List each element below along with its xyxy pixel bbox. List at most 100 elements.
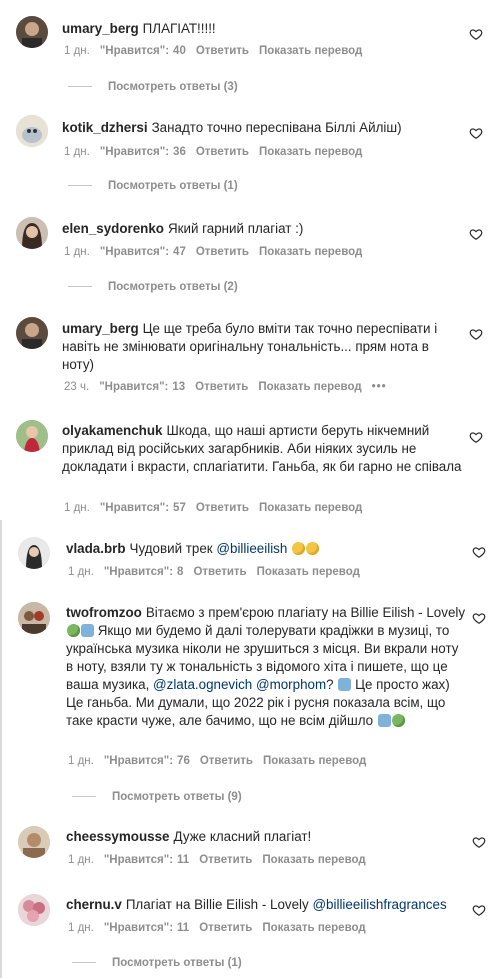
comment-username[interactable]: cheessymousse	[66, 829, 169, 844]
comment-time[interactable]: 1 дн.	[64, 246, 90, 258]
likes-count[interactable]: "Нравится": 11	[104, 854, 189, 866]
comment-meta: 1 дн. "Нравится": 76 Ответить Показать перев…	[68, 755, 376, 767]
reply-button[interactable]: Ответить	[199, 922, 252, 934]
comment-time[interactable]: 1 дн.	[68, 566, 94, 578]
reply-button[interactable]: Ответить	[200, 755, 253, 767]
likes-count[interactable]: "Нравится": 40	[100, 45, 186, 57]
comment-username[interactable]: chernu.v	[66, 897, 122, 912]
heart-icon[interactable]	[469, 327, 483, 341]
likes-count[interactable]: "Нравится": 36	[100, 146, 186, 158]
likes-count[interactable]: "Нравится": 8	[104, 566, 184, 578]
comment-username[interactable]: umary_berg	[62, 321, 139, 336]
comment-time[interactable]: 1 дн.	[68, 755, 94, 767]
likes-count[interactable]: "Нравится": 47	[100, 246, 186, 258]
comment-time[interactable]: 1 дн.	[68, 922, 94, 934]
comment-time[interactable]: 23 ч.	[64, 381, 89, 393]
translate-button[interactable]: Показать перевод	[263, 755, 366, 767]
comment-text: Занадто точно переспівана Біллі Айліш)	[151, 120, 402, 135]
mention-link[interactable]: @billieeilishfragrances	[312, 897, 446, 912]
nauseated-face-icon	[67, 624, 80, 637]
heart-icon[interactable]	[472, 611, 486, 625]
avatar[interactable]	[18, 894, 50, 926]
comment-time[interactable]: 1 дн.	[68, 854, 94, 866]
comment-meta: 1 дн. "Нравится": 8 Ответить Показать перево…	[68, 566, 370, 578]
more-options-icon[interactable]: •••	[372, 381, 387, 393]
comment-body: twofromzoo Вітаємо з прем'єрою плагіату н…	[66, 604, 466, 730]
heart-icon[interactable]	[472, 903, 486, 917]
view-replies-button[interactable]: Посмотреть ответы (1)	[68, 180, 238, 192]
comment-username[interactable]: twofromzoo	[66, 605, 142, 620]
comment-body: umary_berg Це ще треба було вміти так точ…	[62, 320, 462, 374]
heart-icon[interactable]	[472, 835, 486, 849]
comment-meta: 1 дн. "Нравится": 11 Ответить Показать перев…	[68, 922, 376, 934]
reply-button[interactable]: Ответить	[196, 45, 249, 57]
comment-text: Плагіат на Billie Eilish - Lovely	[125, 897, 309, 912]
comment-text: ПЛАГІАТ!!!!!	[142, 21, 216, 36]
translate-button[interactable]: Показать перевод	[259, 45, 362, 57]
likes-count[interactable]: "Нравится": 57	[100, 502, 186, 514]
reply-button[interactable]: Ответить	[195, 381, 248, 393]
comment-meta: 1 дн. "Нравится": 47 Ответить Показать перев…	[64, 246, 372, 258]
left-divider	[0, 520, 2, 978]
translate-button[interactable]: Показать перевод	[257, 566, 360, 578]
translate-button[interactable]: Показать перевод	[262, 922, 365, 934]
heart-icon[interactable]	[469, 227, 483, 241]
replies-line	[68, 185, 92, 187]
heart-icon[interactable]	[469, 430, 483, 444]
view-replies-button[interactable]: Посмотреть ответы (3)	[68, 81, 238, 93]
comment-username[interactable]: olyakamenchuk	[62, 423, 162, 438]
avatar[interactable]	[16, 16, 48, 48]
avatar[interactable]	[16, 115, 48, 147]
comment-username[interactable]: kotik_dzhersi	[62, 120, 148, 135]
reply-button[interactable]: Ответить	[193, 566, 246, 578]
comment-meta: 1 дн. "Нравится": 57 Ответить Показать перев…	[64, 502, 372, 514]
avatar[interactable]	[18, 537, 50, 569]
comment-text: Чудовий трек	[129, 541, 213, 556]
avatar[interactable]	[16, 217, 48, 249]
comment-time[interactable]: 1 дн.	[64, 146, 90, 158]
comment-username[interactable]: vlada.brb	[66, 541, 126, 556]
view-replies-button[interactable]: Посмотреть ответы (2)	[68, 281, 238, 293]
replies-line	[72, 962, 96, 964]
comment-body: chernu.v Плагіат на Billie Eilish - Lovel…	[66, 896, 476, 914]
translate-button[interactable]: Показать перевод	[258, 381, 361, 393]
reply-button[interactable]: Ответить	[196, 246, 249, 258]
comment-username[interactable]: umary_berg	[62, 21, 139, 36]
person-facepalming-icon	[81, 624, 94, 637]
mention-link[interactable]: @morphom	[256, 677, 326, 692]
likes-count[interactable]: "Нравится": 76	[104, 755, 190, 767]
comment-username[interactable]: elen_sydorenko	[62, 221, 164, 236]
heart-icon[interactable]	[469, 27, 483, 41]
avatar[interactable]	[18, 602, 50, 634]
avatar[interactable]	[16, 317, 48, 349]
reply-button[interactable]: Ответить	[199, 854, 252, 866]
avatar[interactable]	[16, 420, 48, 452]
heart-icon[interactable]	[472, 545, 486, 559]
comment-body: vlada.brb Чудовий трек @billieeilish	[66, 540, 466, 558]
translate-button[interactable]: Показать перевод	[262, 854, 365, 866]
replies-line	[68, 286, 92, 288]
replies-line	[68, 86, 92, 88]
mention-link[interactable]: @zlata.ognevich	[153, 677, 252, 692]
heart-icon[interactable]	[469, 126, 483, 140]
comment-meta: 1 дн. "Нравится": 11 Ответить Показать перев…	[68, 854, 376, 866]
person-facepalming-icon	[377, 714, 391, 727]
comment-text: Вітаємо з прем'єрою плагіату на Billie E…	[145, 605, 466, 620]
translate-button[interactable]: Показать перевод	[259, 246, 362, 258]
comment-time[interactable]: 1 дн.	[64, 45, 90, 57]
view-replies-button[interactable]: Посмотреть ответы (9)	[72, 791, 242, 803]
mention-link[interactable]: @billieeilish	[216, 541, 287, 556]
translate-button[interactable]: Показать перевод	[259, 146, 362, 158]
likes-count[interactable]: "Нравится": 11	[104, 922, 189, 934]
thinking-face-icon	[306, 542, 320, 555]
avatar[interactable]	[18, 826, 50, 858]
comment-body: elen_sydorenko Який гарний плагіат :)	[62, 220, 452, 238]
reply-button[interactable]: Ответить	[196, 502, 249, 514]
reply-button[interactable]: Ответить	[196, 146, 249, 158]
likes-count[interactable]: "Нравится": 13	[99, 381, 185, 393]
comment-time[interactable]: 1 дн.	[64, 502, 90, 514]
translate-button[interactable]: Показать перевод	[259, 502, 362, 514]
nauseated-face-icon	[391, 714, 405, 727]
view-replies-button[interactable]: Посмотреть ответы (1)	[72, 957, 242, 969]
comment-body: umary_berg ПЛАГІАТ!!!!!	[62, 20, 452, 38]
